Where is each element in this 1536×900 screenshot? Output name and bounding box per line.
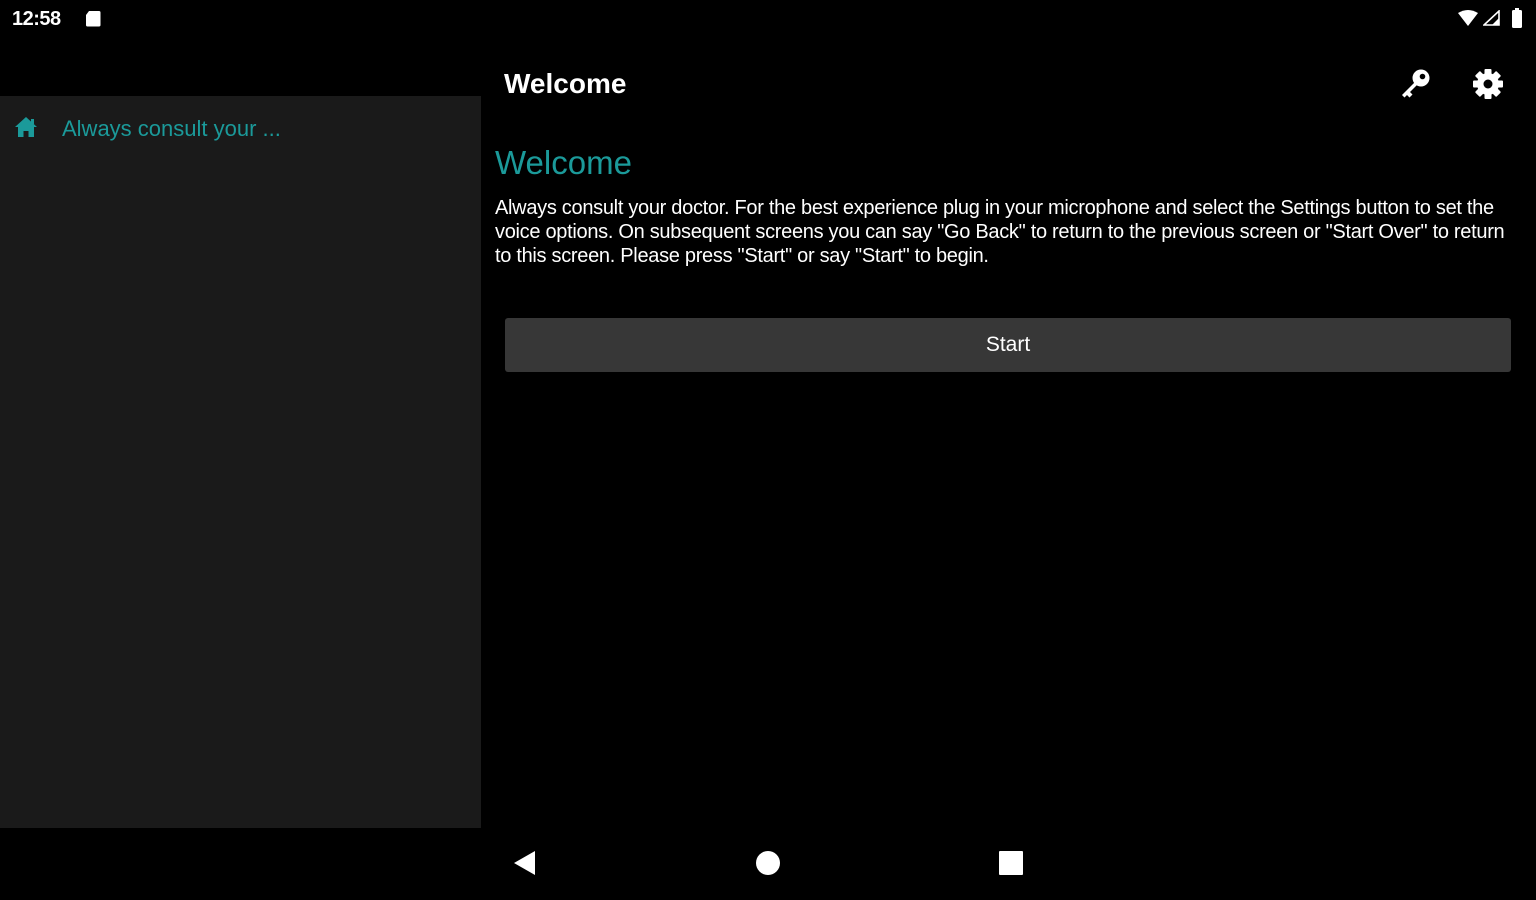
settings-button[interactable] xyxy=(1466,62,1510,106)
status-time: 12:58 xyxy=(12,8,61,30)
nav-home-button[interactable] xyxy=(743,838,793,888)
start-button[interactable]: Start xyxy=(505,318,1511,372)
sd-card-icon xyxy=(85,10,102,27)
status-bar: 12:58 xyxy=(0,0,1536,38)
wifi-icon xyxy=(1458,10,1478,26)
key-icon xyxy=(1394,62,1438,106)
battery-icon xyxy=(1511,8,1523,28)
recents-icon xyxy=(986,838,1036,888)
page-title: Welcome xyxy=(495,144,632,181)
app-screen: 12:58 Welcome Always consult your ... We… xyxy=(0,0,1536,900)
gear-icon xyxy=(1466,62,1510,106)
signal-icon xyxy=(1483,10,1500,26)
nav-back-button[interactable] xyxy=(500,838,550,888)
system-nav-bar xyxy=(0,828,1536,900)
navigation-drawer: Always consult your ... xyxy=(0,96,481,828)
back-icon xyxy=(500,838,550,888)
sidebar-item-home[interactable]: Always consult your ... xyxy=(0,96,481,160)
instructions-text: Always consult your doctor. For the best… xyxy=(495,197,1505,267)
key-button[interactable] xyxy=(1394,62,1438,106)
home-circle-icon xyxy=(743,838,793,888)
home-icon xyxy=(14,116,38,138)
toolbar-title: Welcome xyxy=(504,68,627,99)
sidebar-item-label: Always consult your ... xyxy=(62,116,281,141)
nav-recents-button[interactable] xyxy=(986,838,1036,888)
